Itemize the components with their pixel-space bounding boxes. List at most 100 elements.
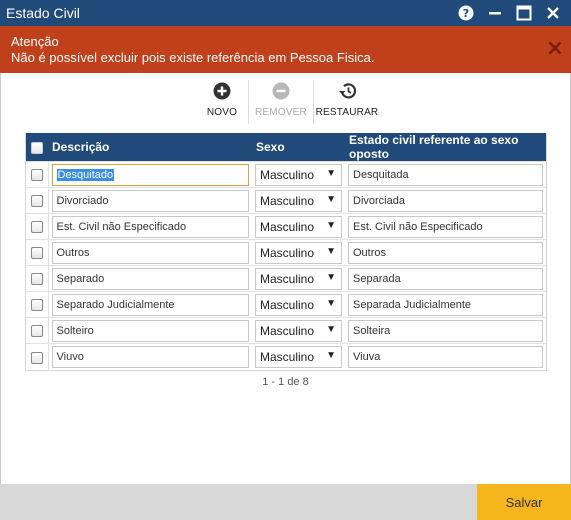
remover-button[interactable]: REMOVER [249, 78, 313, 124]
sexo-value: Masculino [260, 167, 315, 182]
oposto-value: Outros [353, 246, 387, 259]
descricao-cell: Solteiro [48, 317, 252, 344]
sexo-select[interactable]: Masculino ▼ [255, 319, 342, 342]
select-all-checkbox[interactable] [31, 141, 43, 154]
novo-button[interactable]: NOVO [196, 78, 248, 124]
oposto-input[interactable]: Desquitada [348, 163, 543, 186]
oposto-input[interactable]: Outros [348, 241, 543, 264]
row-select-cell [26, 213, 49, 240]
sexo-select[interactable]: Masculino ▼ [255, 267, 342, 290]
descricao-value: Separado [56, 272, 105, 285]
descricao-value: Desquitado [56, 168, 115, 181]
sexo-cell: Masculino ▼ [252, 187, 345, 214]
descricao-value: Divorciado [56, 194, 109, 207]
sexo-select[interactable]: Masculino ▼ [255, 293, 342, 316]
alert-message: Não é possível excluir pois existe refer… [11, 50, 375, 65]
sexo-cell: Masculino ▼ [252, 213, 345, 240]
sexo-select[interactable]: Masculino ▼ [255, 189, 342, 212]
dropdown-arrow-icon[interactable]: ▼ [326, 168, 336, 179]
dropdown-arrow-icon[interactable]: ▼ [326, 194, 336, 205]
table-row[interactable]: Desquitado Masculino ▼ Desquitada [26, 161, 546, 188]
row-checkbox[interactable] [30, 351, 43, 364]
row-checkbox[interactable] [30, 247, 43, 260]
descricao-input[interactable]: Separado Judicialmente [51, 293, 249, 316]
save-button[interactable]: Salvar [477, 484, 571, 520]
descricao-input[interactable]: Separado [51, 267, 249, 290]
oposto-value: Solteira [353, 324, 391, 337]
sexo-select[interactable]: Masculino ▼ [255, 241, 342, 264]
window-titlebar: Estado Civil ? [0, 0, 571, 26]
sexo-select[interactable]: Masculino ▼ [255, 345, 342, 368]
row-checkbox[interactable] [30, 299, 43, 312]
descricao-value: Separado Judicialmente [56, 298, 175, 311]
descricao-input[interactable]: Solteiro [51, 319, 249, 342]
descricao-input[interactable]: Divorciado [51, 189, 249, 212]
descricao-value: Solteiro [56, 324, 94, 337]
help-icon[interactable]: ? [451, 0, 480, 26]
row-checkbox[interactable] [30, 221, 43, 234]
row-select-cell [26, 239, 49, 266]
row-select-cell [26, 343, 49, 370]
table-header: Descrição Sexo Estado civil referente ao… [26, 133, 546, 162]
dropdown-arrow-icon[interactable]: ▼ [326, 272, 336, 283]
row-checkbox[interactable] [30, 325, 43, 338]
oposto-cell: Separada [345, 265, 546, 292]
sexo-cell: Masculino ▼ [252, 291, 345, 318]
oposto-cell: Solteira [345, 317, 546, 344]
sexo-value: Masculino [260, 219, 315, 234]
row-checkbox[interactable] [30, 195, 43, 208]
minus-circle-icon [272, 82, 290, 100]
table-row[interactable]: Separado Judicialmente Masculino ▼ Separada… [26, 291, 546, 318]
remover-label: REMOVER [255, 107, 307, 118]
row-checkbox[interactable] [30, 273, 43, 286]
header-descricao[interactable]: Descrição [48, 133, 252, 162]
row-checkbox[interactable] [30, 169, 43, 182]
dropdown-arrow-icon[interactable]: ▼ [326, 350, 336, 361]
dropdown-arrow-icon[interactable]: ▼ [326, 324, 336, 335]
window-title: Estado Civil [6, 5, 80, 21]
oposto-input[interactable]: Separada [348, 267, 543, 290]
table-row[interactable]: Divorciado Masculino ▼ Divorciada [26, 187, 546, 214]
descricao-input[interactable]: Est. Civil não Especificado [51, 215, 249, 238]
oposto-input[interactable]: Divorciada [348, 189, 543, 212]
table-row[interactable]: Separado Masculino ▼ Separada [26, 265, 546, 292]
sexo-value: Masculino [260, 245, 315, 260]
oposto-input[interactable]: Viuva [348, 345, 543, 368]
footer-bar: Salvar [0, 484, 571, 520]
descricao-value: Viuvo [56, 350, 84, 363]
table-row[interactable]: Viuvo Masculino ▼ Viuva [26, 343, 546, 370]
oposto-cell: Outros [345, 239, 546, 266]
oposto-input[interactable]: Separada Judicialmente [348, 293, 543, 316]
table-row[interactable]: Est. Civil não Especificado Masculino ▼ Est… [26, 213, 546, 240]
maximize-icon[interactable] [509, 0, 538, 26]
select-all-cell [26, 133, 48, 162]
sexo-select[interactable]: Masculino ▼ [255, 215, 342, 238]
oposto-input[interactable]: Solteira [348, 319, 543, 342]
close-icon[interactable] [538, 0, 567, 26]
header-oposto[interactable]: Estado civil referente ao sexo oposto [345, 133, 546, 162]
oposto-input[interactable]: Est. Civil não Especificado [348, 215, 543, 238]
descricao-cell: Divorciado [48, 187, 252, 214]
sexo-select[interactable]: Masculino ▼ [255, 163, 342, 186]
dropdown-arrow-icon[interactable]: ▼ [326, 246, 336, 257]
sexo-value: Masculino [260, 297, 315, 312]
dropdown-arrow-icon[interactable]: ▼ [326, 298, 336, 309]
oposto-cell: Separada Judicialmente [345, 291, 546, 318]
restaurar-button[interactable]: RESTAURAR [314, 78, 380, 124]
header-sexo[interactable]: Sexo [252, 133, 345, 162]
table-row[interactable]: Outros Masculino ▼ Outros [26, 239, 546, 266]
descricao-input[interactable]: Desquitado [51, 163, 249, 186]
minimize-icon[interactable] [480, 0, 509, 26]
descricao-input[interactable]: Outros [51, 241, 249, 264]
dropdown-arrow-icon[interactable]: ▼ [326, 220, 336, 231]
table-row[interactable]: Solteiro Masculino ▼ Solteira [26, 317, 546, 344]
restaurar-label: RESTAURAR [315, 107, 379, 118]
alert-title: Atenção [11, 34, 59, 49]
oposto-cell: Desquitada [345, 161, 546, 188]
descricao-input[interactable]: Viuvo [51, 345, 249, 368]
descricao-value: Est. Civil não Especificado [56, 220, 187, 233]
row-select-cell [26, 161, 49, 188]
oposto-value: Divorciada [353, 194, 405, 207]
alert-close-icon[interactable] [545, 38, 565, 58]
sexo-cell: Masculino ▼ [252, 343, 345, 370]
